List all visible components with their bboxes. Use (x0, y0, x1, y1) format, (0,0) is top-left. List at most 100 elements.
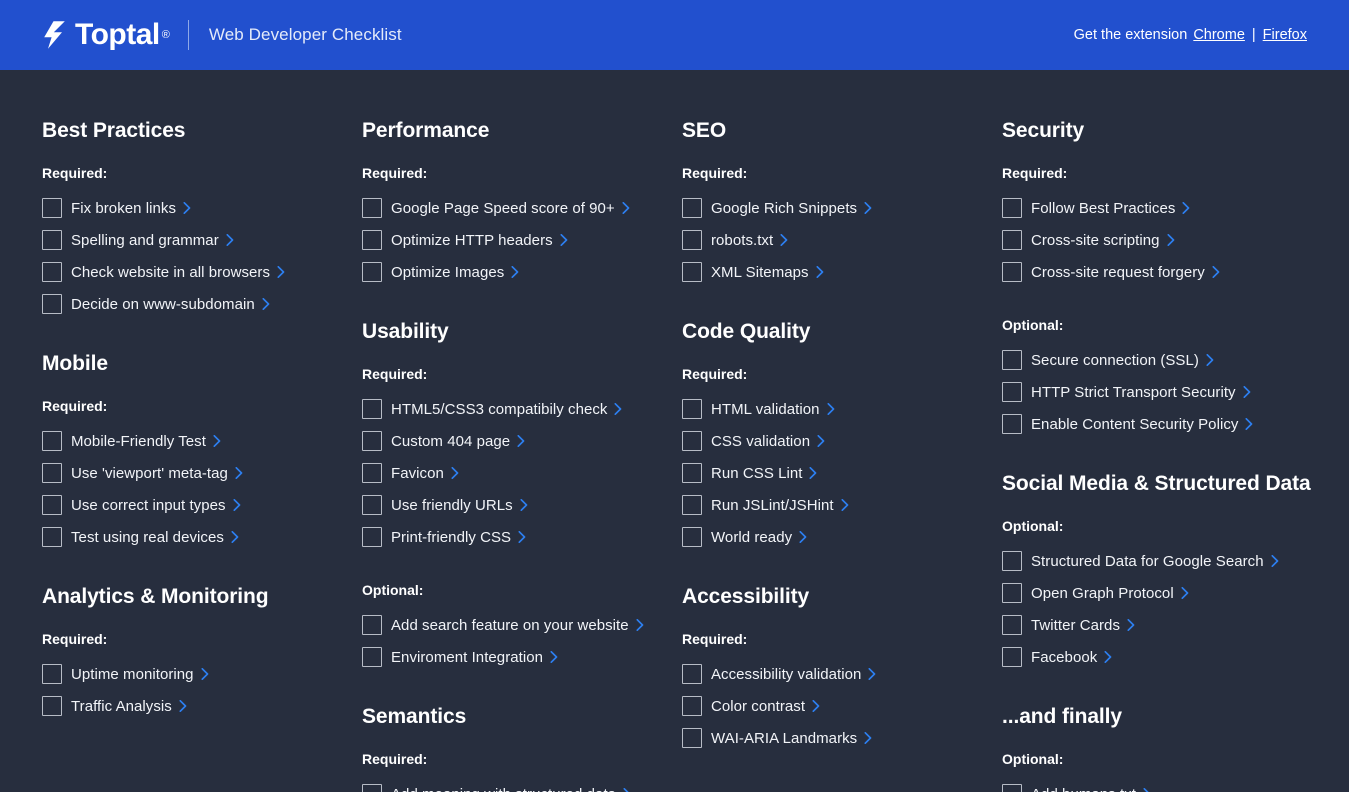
chevron-right-icon[interactable] (841, 499, 849, 511)
checkbox-unchecked-icon[interactable] (682, 527, 702, 547)
checklist-item[interactable]: Accessibility validation (682, 658, 1002, 690)
checkbox-unchecked-icon[interactable] (682, 198, 702, 218)
chevron-right-icon[interactable] (1212, 266, 1220, 278)
chevron-right-icon[interactable] (550, 651, 558, 663)
checklist-item[interactable]: Use correct input types (42, 489, 362, 521)
checkbox-unchecked-icon[interactable] (1002, 414, 1022, 434)
chevron-right-icon[interactable] (233, 499, 241, 511)
checkbox-unchecked-icon[interactable] (42, 664, 62, 684)
checklist-item[interactable]: Secure connection (SSL) (1002, 344, 1322, 376)
checklist-item[interactable]: CSS validation (682, 425, 1002, 457)
brand[interactable]: Toptal ® Web Developer Checklist (42, 0, 402, 70)
checkbox-unchecked-icon[interactable] (362, 615, 382, 635)
chevron-right-icon[interactable] (520, 499, 528, 511)
checklist-item[interactable]: Mobile-Friendly Test (42, 425, 362, 457)
chevron-right-icon[interactable] (1143, 788, 1151, 792)
checkbox-unchecked-icon[interactable] (1002, 784, 1022, 792)
checkbox-unchecked-icon[interactable] (42, 198, 62, 218)
checkbox-unchecked-icon[interactable] (1002, 230, 1022, 250)
checkbox-unchecked-icon[interactable] (362, 431, 382, 451)
checkbox-unchecked-icon[interactable] (682, 431, 702, 451)
chevron-right-icon[interactable] (1245, 418, 1253, 430)
chevron-right-icon[interactable] (809, 467, 817, 479)
checklist-item[interactable]: Add search feature on your website (362, 609, 682, 641)
checkbox-unchecked-icon[interactable] (42, 463, 62, 483)
chevron-right-icon[interactable] (816, 266, 824, 278)
checklist-item[interactable]: Add meaning with structured data (362, 778, 682, 792)
checklist-item[interactable]: Traffic Analysis (42, 690, 362, 722)
checklist-item[interactable]: Enable Content Security Policy (1002, 408, 1322, 440)
chevron-right-icon[interactable] (827, 403, 835, 415)
checklist-item[interactable]: Google Rich Snippets (682, 192, 1002, 224)
chevron-right-icon[interactable] (1181, 587, 1189, 599)
checklist-item[interactable]: Spelling and grammar (42, 224, 362, 256)
checkbox-unchecked-icon[interactable] (682, 399, 702, 419)
checklist-item[interactable]: Optimize HTTP headers (362, 224, 682, 256)
chevron-right-icon[interactable] (780, 234, 788, 246)
chevron-right-icon[interactable] (799, 531, 807, 543)
checklist-item[interactable]: Add humans.txt (1002, 778, 1322, 792)
checklist-item[interactable]: Uptime monitoring (42, 658, 362, 690)
chevron-right-icon[interactable] (812, 700, 820, 712)
checkbox-unchecked-icon[interactable] (42, 294, 62, 314)
chevron-right-icon[interactable] (235, 467, 243, 479)
checkbox-unchecked-icon[interactable] (682, 728, 702, 748)
checklist-item[interactable]: Open Graph Protocol (1002, 577, 1322, 609)
checklist-item[interactable]: XML Sitemaps (682, 256, 1002, 288)
checkbox-unchecked-icon[interactable] (1002, 615, 1022, 635)
checklist-item[interactable]: Follow Best Practices (1002, 192, 1322, 224)
checklist-item[interactable]: Structured Data for Google Search (1002, 545, 1322, 577)
checkbox-unchecked-icon[interactable] (42, 495, 62, 515)
chevron-right-icon[interactable] (817, 435, 825, 447)
checkbox-unchecked-icon[interactable] (682, 696, 702, 716)
checklist-item[interactable]: Google Page Speed score of 90+ (362, 192, 682, 224)
chevron-right-icon[interactable] (517, 435, 525, 447)
checklist-item[interactable]: Enviroment Integration (362, 641, 682, 673)
checkbox-unchecked-icon[interactable] (42, 696, 62, 716)
checklist-item[interactable]: Facebook (1002, 641, 1322, 673)
checkbox-unchecked-icon[interactable] (682, 664, 702, 684)
checklist-item[interactable]: Cross-site request forgery (1002, 256, 1322, 288)
chevron-right-icon[interactable] (560, 234, 568, 246)
chevron-right-icon[interactable] (213, 435, 221, 447)
checklist-item[interactable]: Twitter Cards (1002, 609, 1322, 641)
chevron-right-icon[interactable] (1166, 234, 1175, 246)
checkbox-unchecked-icon[interactable] (1002, 583, 1022, 603)
chevron-right-icon[interactable] (201, 668, 209, 680)
checklist-item[interactable]: Optimize Images (362, 256, 682, 288)
checklist-item[interactable]: robots.txt (682, 224, 1002, 256)
checklist-item[interactable]: Fix broken links (42, 192, 362, 224)
checklist-item[interactable]: HTTP Strict Transport Security (1002, 376, 1322, 408)
chevron-right-icon[interactable] (226, 234, 234, 246)
chevron-right-icon[interactable] (183, 202, 191, 214)
chevron-right-icon[interactable] (1243, 386, 1251, 398)
checkbox-unchecked-icon[interactable] (1002, 198, 1022, 218)
chevron-right-icon[interactable] (451, 467, 459, 479)
chevron-right-icon[interactable] (868, 668, 876, 680)
checklist-item[interactable]: Print-friendly CSS (362, 521, 682, 553)
chevron-right-icon[interactable] (622, 202, 630, 214)
checklist-item[interactable]: HTML5/CSS3 compatibily check (362, 393, 682, 425)
checklist-item[interactable]: Cross-site scripting (1002, 224, 1322, 256)
checklist-item[interactable]: WAI-ARIA Landmarks (682, 722, 1002, 754)
checkbox-unchecked-icon[interactable] (362, 230, 382, 250)
chevron-right-icon[interactable] (1127, 619, 1135, 631)
checkbox-unchecked-icon[interactable] (42, 230, 62, 250)
chevron-right-icon[interactable] (864, 202, 872, 214)
checklist-item[interactable]: World ready (682, 521, 1002, 553)
checklist-item[interactable]: Color contrast (682, 690, 1002, 722)
chevron-right-icon[interactable] (1182, 202, 1190, 214)
checkbox-unchecked-icon[interactable] (42, 262, 62, 282)
chevron-right-icon[interactable] (1104, 651, 1112, 663)
checkbox-unchecked-icon[interactable] (362, 647, 382, 667)
checkbox-unchecked-icon[interactable] (362, 198, 382, 218)
checklist-item[interactable]: Check website in all browsers (42, 256, 362, 288)
chevron-right-icon[interactable] (864, 732, 872, 744)
chevron-right-icon[interactable] (179, 700, 187, 712)
checklist-item[interactable]: Use 'viewport' meta-tag (42, 457, 362, 489)
checkbox-unchecked-icon[interactable] (1002, 551, 1022, 571)
chevron-right-icon[interactable] (511, 266, 519, 278)
checkbox-unchecked-icon[interactable] (42, 527, 62, 547)
checkbox-unchecked-icon[interactable] (362, 399, 382, 419)
checkbox-unchecked-icon[interactable] (1002, 647, 1022, 667)
